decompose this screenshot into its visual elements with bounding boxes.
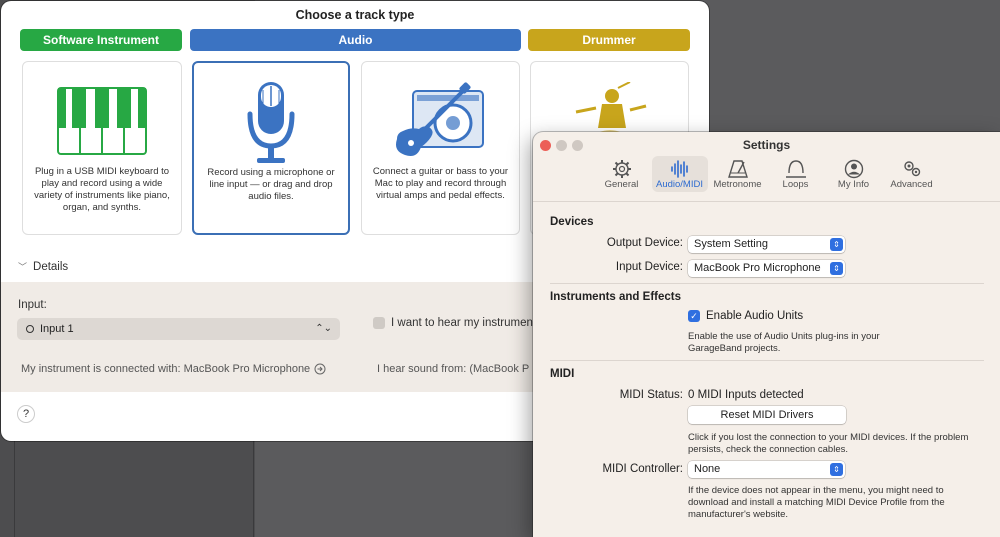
background-divider bbox=[14, 440, 15, 537]
audio-units-description: Enable the use of Audio Units plug-ins i… bbox=[688, 331, 880, 342]
card-description: Plug in a USB MIDI keyboard to play and … bbox=[34, 166, 170, 213]
card-description: Record using a microphone or line input … bbox=[207, 167, 335, 202]
person-icon bbox=[844, 159, 863, 179]
input-device-popup[interactable]: MacBook Pro Microphone ⇕ bbox=[688, 260, 845, 277]
details-label: Details bbox=[33, 260, 69, 273]
input-circle-icon bbox=[26, 325, 34, 333]
tab-label: Metronome bbox=[713, 179, 762, 190]
dialog-title: Choose a track type bbox=[295, 8, 415, 22]
devices-heading: Devices bbox=[550, 216, 594, 228]
midi-controller-description: manufacturer's website. bbox=[688, 509, 789, 520]
checkbox-box[interactable] bbox=[373, 317, 385, 329]
tab-label: My Info bbox=[837, 179, 870, 190]
input-device-label: Input Device: bbox=[615, 261, 683, 273]
midi-controller-popup[interactable]: None ⇕ bbox=[688, 461, 845, 478]
arrow-circle-right-icon[interactable] bbox=[314, 363, 326, 375]
tab-my-info[interactable]: My Info bbox=[826, 156, 882, 192]
chevron-updown-icon: ⇕ bbox=[830, 463, 843, 476]
reset-midi-drivers-button[interactable]: Reset MIDI Drivers bbox=[688, 406, 846, 424]
gear-icon bbox=[612, 160, 631, 178]
tab-label: General bbox=[604, 179, 639, 190]
checkmark-icon[interactable]: ✓ bbox=[688, 310, 700, 322]
input-label: Input: bbox=[18, 299, 47, 311]
guitar-amp-icon bbox=[395, 82, 484, 156]
loops-icon bbox=[785, 160, 806, 178]
reset-midi-description: Click if you lost the connection to your… bbox=[688, 432, 969, 443]
tab-audio-midi[interactable]: Audio/MIDI bbox=[651, 156, 708, 192]
background-divider bbox=[253, 440, 254, 537]
category-drummer[interactable]: Drummer bbox=[528, 29, 690, 51]
piano-keyboard-icon bbox=[57, 87, 147, 155]
card-description: Connect a guitar or bass to your Mac to … bbox=[372, 166, 509, 201]
details-disclosure[interactable]: ﹀ Details bbox=[18, 260, 68, 273]
output-device-value: System Setting bbox=[694, 238, 768, 250]
hear-from-text: I hear sound from: (MacBook P bbox=[377, 363, 530, 375]
settings-tabs: General Audio/MIDI Metronome Loops My In… bbox=[533, 156, 1000, 192]
chevron-updown-icon: ⌃⌄ bbox=[315, 323, 332, 334]
tab-label: Audio/MIDI bbox=[656, 179, 703, 190]
card-audio-microphone[interactable]: Record using a microphone or line input … bbox=[192, 61, 350, 235]
section-divider bbox=[550, 360, 984, 361]
tab-loops[interactable]: Loops bbox=[768, 156, 824, 192]
midi-heading: MIDI bbox=[550, 368, 575, 380]
chevron-updown-icon: ⇕ bbox=[830, 262, 843, 275]
hear-instrument-checkbox[interactable]: I want to hear my instrument bbox=[373, 317, 536, 329]
output-device-label: Output Device: bbox=[606, 237, 683, 249]
instruments-effects-heading: Instruments and Effects bbox=[550, 291, 681, 303]
tab-general[interactable]: General bbox=[594, 156, 650, 192]
midi-controller-value: None bbox=[694, 463, 721, 475]
gears-icon bbox=[903, 161, 920, 177]
connection-info: My instrument is connected with: MacBook… bbox=[21, 363, 326, 375]
metronome-icon bbox=[727, 160, 748, 178]
input-select[interactable]: Input 1 ⌃⌄ bbox=[17, 318, 340, 340]
chevron-down-icon: ﹀ bbox=[18, 262, 28, 272]
audio-units-description: GarageBand projects. bbox=[688, 343, 781, 354]
tab-metronome[interactable]: Metronome bbox=[710, 156, 766, 192]
section-divider bbox=[550, 283, 984, 284]
chevron-updown-icon: ⇕ bbox=[830, 238, 843, 251]
midi-status-label: MIDI Status: bbox=[619, 389, 683, 401]
output-device-popup[interactable]: System Setting ⇕ bbox=[688, 236, 845, 253]
tab-label: Advanced bbox=[890, 179, 933, 190]
reset-midi-description: persists, check the connection cables. bbox=[688, 444, 849, 455]
tab-label: Loops bbox=[782, 179, 809, 190]
card-guitar-bass[interactable]: Connect a guitar or bass to your Mac to … bbox=[361, 61, 520, 235]
input-device-value: MacBook Pro Microphone bbox=[694, 262, 821, 274]
category-audio[interactable]: Audio bbox=[190, 29, 521, 51]
midi-controller-description: download and install a matching MIDI Dev… bbox=[688, 497, 945, 508]
enable-audio-units-label: Enable Audio Units bbox=[706, 310, 804, 322]
waveform-icon bbox=[670, 160, 688, 178]
microphone-icon bbox=[247, 82, 295, 163]
midi-controller-description: If the device does not appear in the men… bbox=[688, 485, 944, 496]
hear-instrument-label: I want to hear my instrument bbox=[391, 317, 537, 329]
midi-status-value: 0 MIDI Inputs detected bbox=[688, 389, 804, 401]
enable-audio-units-checkbox[interactable]: ✓ Enable Audio Units bbox=[688, 310, 803, 322]
settings-title: Settings bbox=[742, 138, 791, 152]
connection-text: My instrument is connected with: MacBook… bbox=[21, 363, 311, 375]
category-software-instrument[interactable]: Software Instrument bbox=[20, 29, 182, 51]
toolbar-separator bbox=[533, 201, 1000, 202]
midi-controller-label: MIDI Controller: bbox=[602, 463, 683, 475]
card-software-instrument[interactable]: Plug in a USB MIDI keyboard to play and … bbox=[22, 61, 182, 235]
tab-advanced[interactable]: Advanced bbox=[884, 156, 940, 192]
input-select-value: Input 1 bbox=[40, 323, 74, 335]
settings-window: Settings General Audio/MIDI Metronome Lo… bbox=[533, 132, 1000, 537]
help-button[interactable]: ? bbox=[17, 405, 35, 423]
